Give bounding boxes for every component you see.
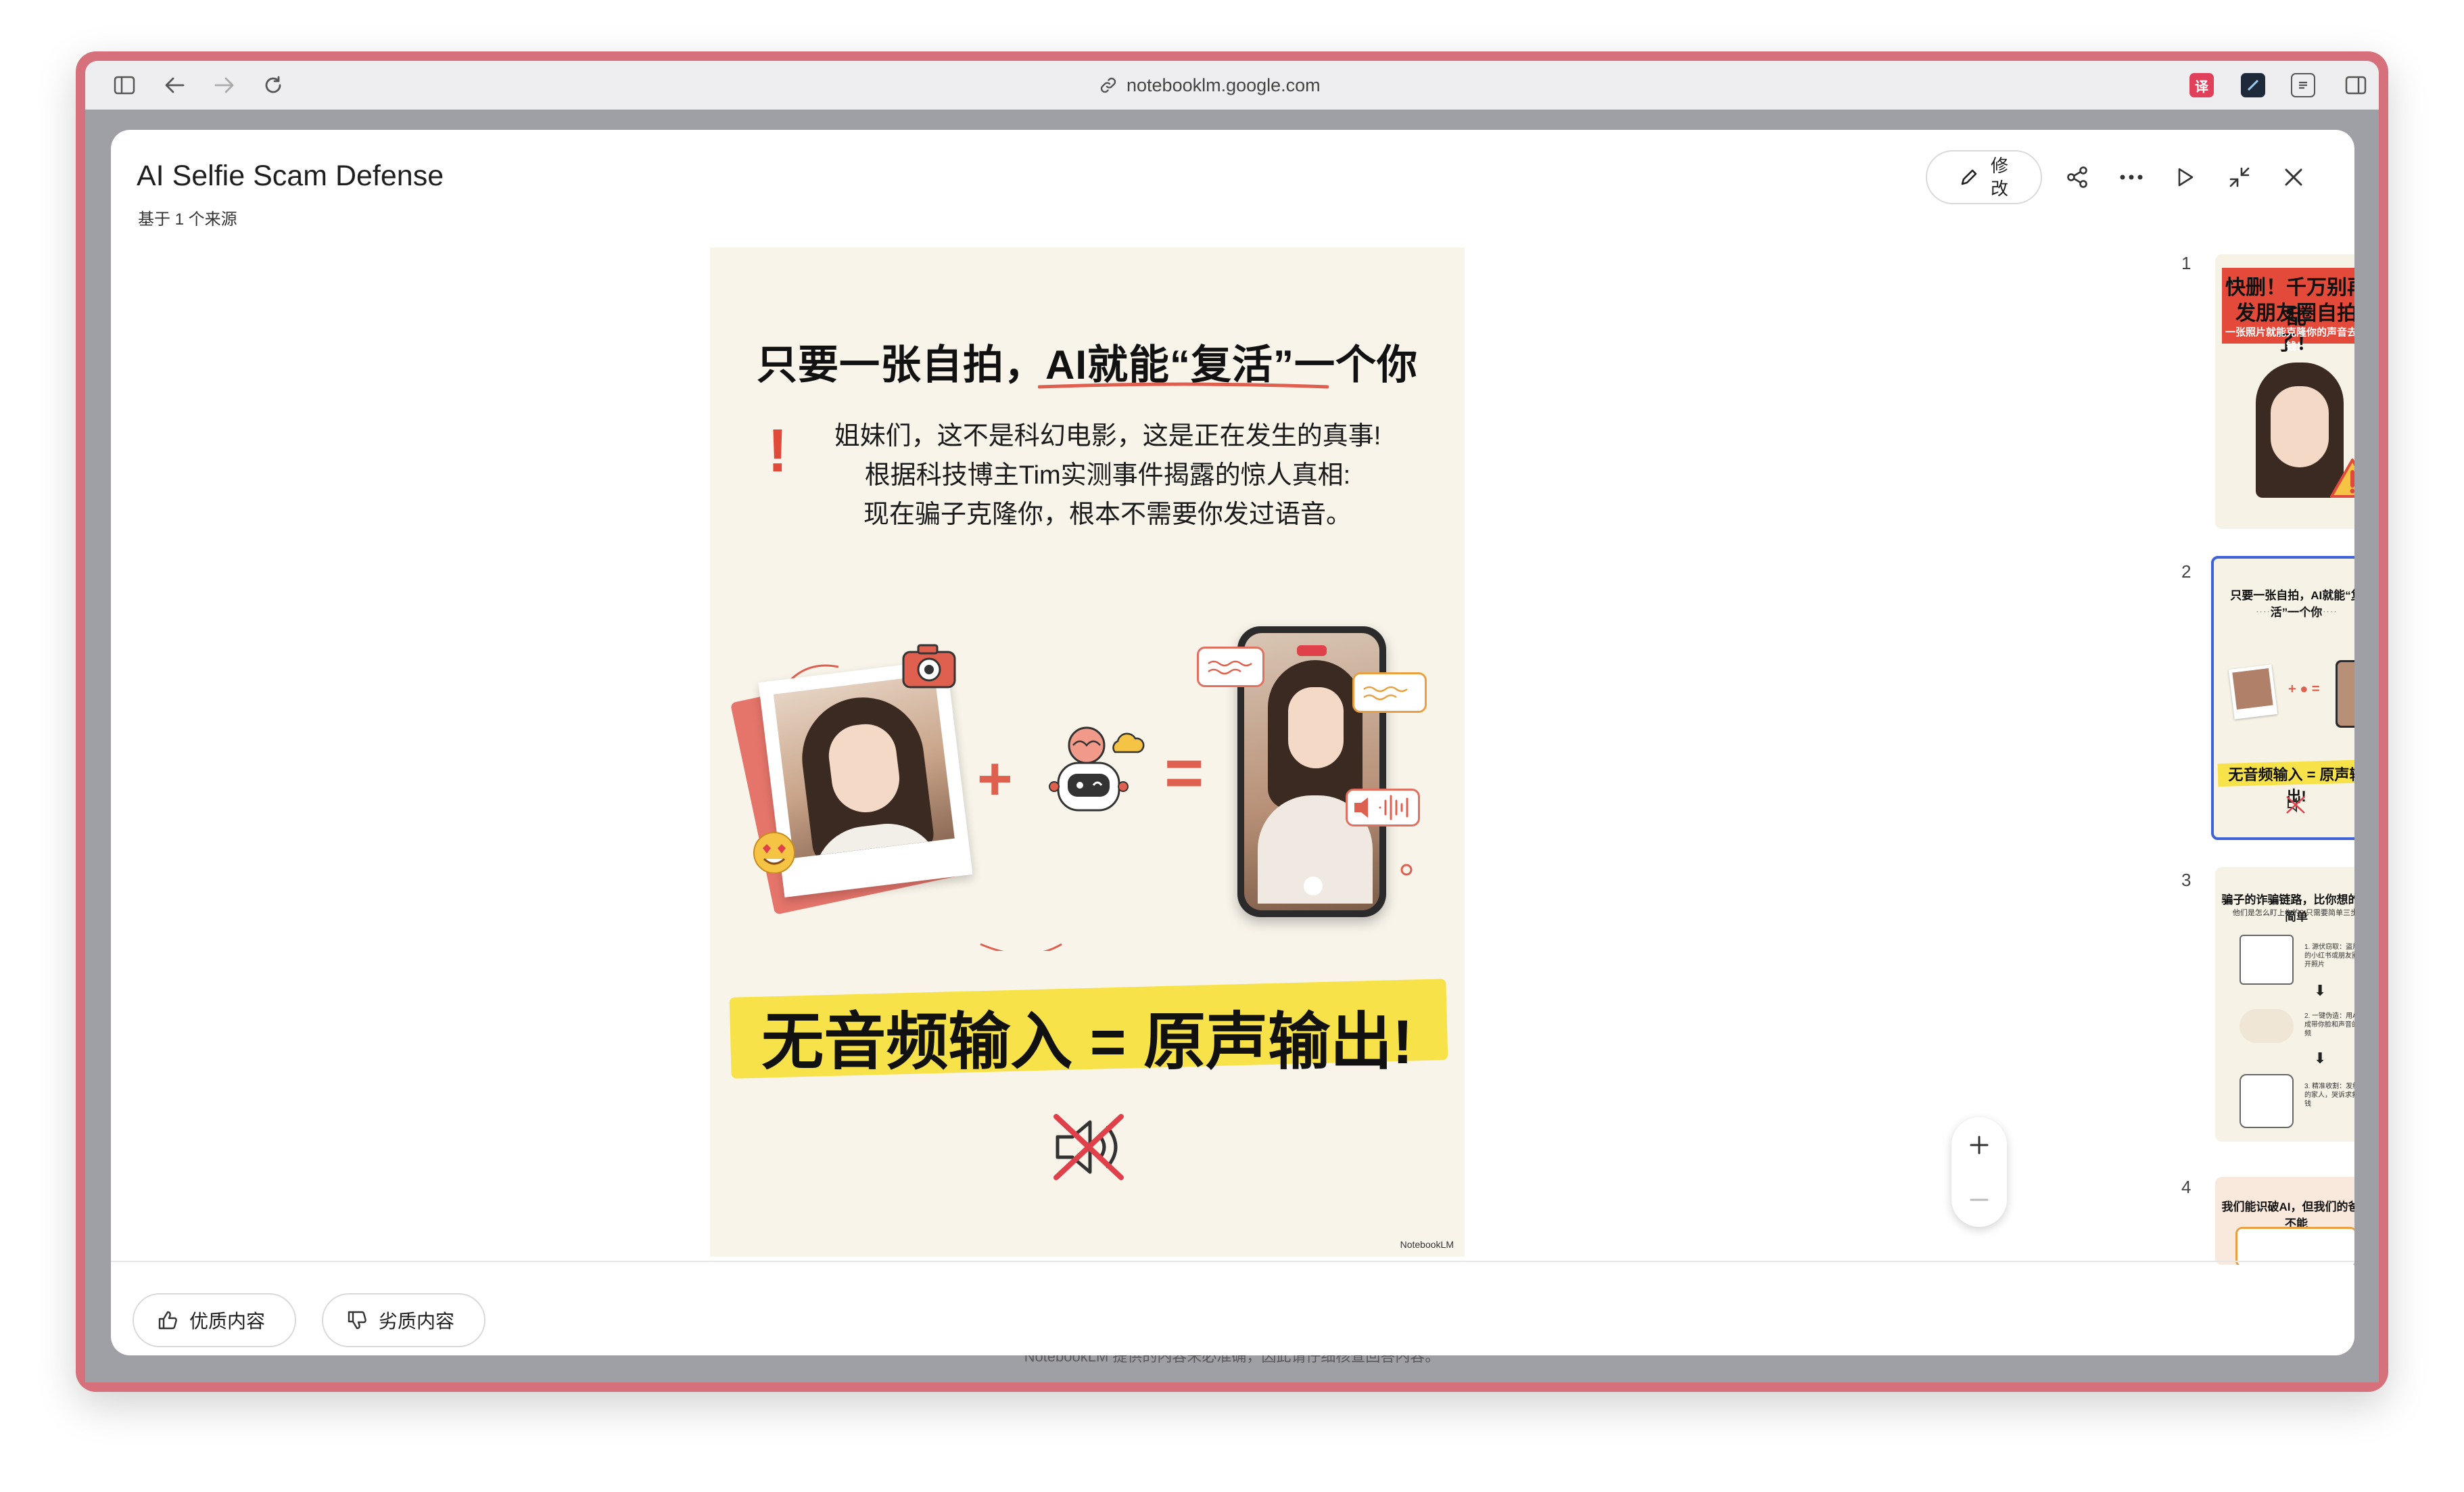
sidebar-toggle-icon[interactable] <box>111 72 138 99</box>
more-horiz-icon <box>2120 174 2143 180</box>
rate-good-label: 优质内容 <box>189 1311 266 1332</box>
speech-bubble-icon <box>1352 672 1427 713</box>
slide-thumbnail-1[interactable]: 快删！千万别再乱 发朋友圈自拍了！ 一张照片就能克隆你的声音去借钱！ <box>2215 254 2354 529</box>
share-button[interactable] <box>2058 158 2096 196</box>
slide-headline: 无音频输入 = 原声输出! <box>761 1008 1413 1077</box>
back-icon[interactable] <box>161 72 188 99</box>
minus-icon <box>1970 1198 1989 1200</box>
ai-robot-icon <box>1049 726 1145 812</box>
pencil-icon <box>1961 169 1977 185</box>
slide-thumbnail-3[interactable]: 骗子的诈骗链路，比你想的更简单 他们是怎么盯上你的? 只需要简单三步: 1. 源… <box>2215 867 2354 1142</box>
heart-eyes-emoji-icon <box>753 832 795 874</box>
split-view-icon[interactable] <box>2342 72 2369 99</box>
plus-icon <box>1970 1136 1989 1154</box>
edit-button-label: 修改 <box>1990 156 2008 199</box>
exclamation-icon: ! <box>767 417 788 485</box>
thumbnail-step: 3. 精准收割：发给你的家人，哭诉求救借钱 <box>2304 1083 2354 1108</box>
thumbnail-number: 3 <box>2181 870 2191 890</box>
slide-body: 姐妹们，这不是科幻电影，这是正在发生的真事! 根据科技博主Tim实测事件揭露的惊… <box>791 417 1424 534</box>
warning-icon <box>2330 459 2354 498</box>
top-actions: 修改 <box>1926 150 2313 204</box>
rate-bad-button[interactable]: 劣质内容 <box>322 1293 486 1347</box>
speech-bubble-icon <box>1197 647 1264 687</box>
more-options-button[interactable] <box>2112 158 2150 196</box>
extension-icon[interactable] <box>2241 73 2265 97</box>
current-slide: 只要一张自拍，AI就能“复活”一个你 ! 姐妹们，这不是科幻电影，这是正在发生的… <box>710 248 1465 1257</box>
thumbnail-title: 我们能识破AI，但我们的爸妈不能 <box>2221 1200 2355 1230</box>
close-button[interactable] <box>2275 158 2313 196</box>
share-icon <box>2067 166 2087 188</box>
brand-watermark: NotebookLM <box>1400 1239 1454 1250</box>
thumbnail-subtitle: 他们是怎么盯上你的? 只需要简单三步: <box>2232 909 2354 917</box>
slide-thumbnail-4[interactable]: 我们能识破AI，但我们的爸妈不能 <box>2215 1177 2354 1265</box>
link-icon <box>1100 77 1116 93</box>
sound-wave-icon <box>1346 789 1420 826</box>
zoom-controls <box>1951 1117 2007 1227</box>
edit-button[interactable]: 修改 <box>1926 150 2042 204</box>
artifact-viewer-modal: AI Selfie Scam Defense 基于 1 个来源 修改 只要一张自… <box>111 130 2354 1355</box>
slide-body-line: 根据科技博主Tim实测事件揭露的惊人真相: <box>864 461 1351 490</box>
reader-extension-icon[interactable] <box>2291 73 2315 97</box>
slide-thumbnail-2[interactable]: 只要一张自拍，AI就能“复活”一个你 · · · · · · · · · · ·… <box>2211 556 2354 840</box>
zoom-in-button[interactable] <box>1951 1117 2007 1172</box>
zoom-out-button[interactable] <box>1951 1172 2007 1227</box>
thumbs-down-icon <box>348 1311 366 1330</box>
equals-sign: = <box>1164 735 1204 811</box>
title-underline <box>1038 382 1329 389</box>
page-title: AI Selfie Scam Defense <box>137 160 444 192</box>
thumbnail-subtitle: 一张照片就能克隆你的声音去借钱！ <box>2225 327 2354 352</box>
thumbnail-number: 2 <box>2181 561 2191 582</box>
translate-extension-icon[interactable]: 译 <box>2189 73 2214 97</box>
muted-speaker-icon <box>1053 1114 1124 1180</box>
forward-icon[interactable] <box>211 72 238 99</box>
present-button[interactable] <box>2166 158 2204 196</box>
slide-body-line: 现在骗子克隆你，根本不需要你发过语音。 <box>863 500 1352 529</box>
thumbnail-number: 4 <box>2181 1177 2191 1197</box>
camera-icon <box>902 644 956 689</box>
play-icon <box>2178 168 2194 187</box>
thumbnail-step: 1. 源伏窃取：盗用你的小红书或朋友圈公开照片 <box>2304 943 2354 969</box>
reload-icon[interactable] <box>260 72 287 99</box>
browser-toolbar: notebooklm.google.com 译 <box>85 61 2379 110</box>
collapse-icon <box>2229 167 2250 187</box>
muted-speaker-icon <box>2286 796 2305 814</box>
source-count: 基于 1 个来源 <box>138 210 237 229</box>
thumbnail-title: 骗子的诈骗链路，比你想的更简单 <box>2221 893 2355 923</box>
collapse-button[interactable] <box>2221 158 2258 196</box>
slide-body-line: 姐妹们，这不是科幻电影，这是正在发生的真事! <box>834 422 1381 450</box>
thumbnail-step: 2. 一键伪造：用AI合成带你脸和声音的视频 <box>2304 1012 2354 1038</box>
footer-divider <box>111 1261 2354 1262</box>
plus-sign: + <box>977 745 1013 813</box>
address-bar[interactable]: notebooklm.google.com <box>1099 70 1383 100</box>
close-icon <box>2285 168 2302 186</box>
thumbnail-number: 1 <box>2181 253 2191 273</box>
url-text: notebooklm.google.com <box>1127 74 1321 95</box>
rate-bad-label: 劣质内容 <box>379 1311 455 1332</box>
rate-good-button[interactable]: 优质内容 <box>133 1293 297 1347</box>
thumbs-up-icon <box>158 1311 177 1330</box>
